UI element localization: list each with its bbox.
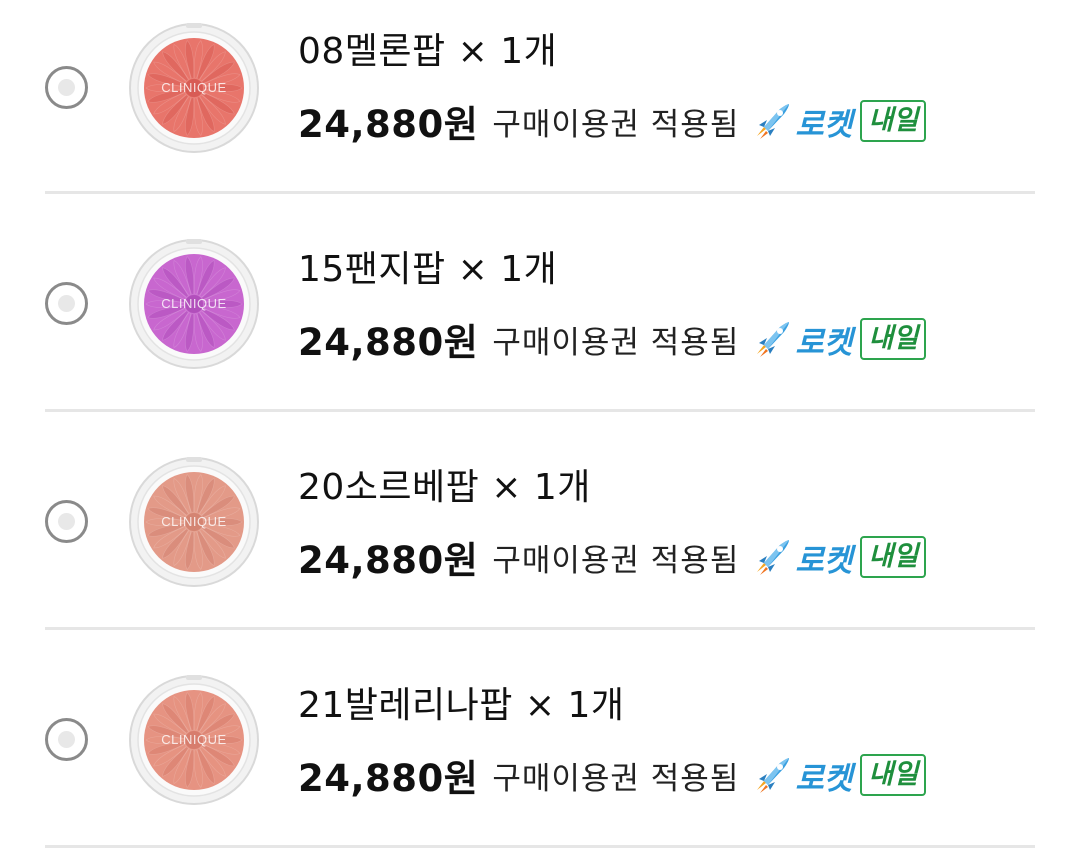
delivery-tomorrow-badge: 내일 (860, 318, 927, 360)
divider (45, 409, 1035, 412)
product-thumbnail: CLINIQUE (128, 674, 260, 806)
coupon-applied-text: 구매이용권 적용됨 (492, 542, 740, 579)
blush-compact-image: CLINIQUE (129, 23, 259, 153)
rocket-icon (757, 104, 790, 139)
product-thumbnail: CLINIQUE (128, 456, 260, 588)
svg-text:CLINIQUE: CLINIQUE (161, 732, 226, 747)
rocket-icon (757, 540, 790, 575)
coupon-applied-text: 구매이용권 적용됨 (492, 106, 740, 143)
product-thumbnail: CLINIQUE (128, 238, 260, 370)
rocket-label: 로켓 (795, 324, 853, 361)
delivery-tomorrow-badge: 내일 (860, 754, 927, 796)
rocket-icon (757, 322, 790, 357)
price-line: 24,880원 구매이용권 적용됨 로켓 내일 (298, 96, 927, 146)
radio-button[interactable] (45, 500, 88, 543)
option-row[interactable]: CLINIQUE 15팬지팝 × 1개 24,880원 구매이용권 적용됨 로켓… (0, 218, 1080, 408)
option-name: 21발레리나팝 × 1개 (298, 685, 625, 726)
option-row[interactable]: CLINIQUE 21발레리나팝 × 1개 24,880원 구매이용권 적용됨 … (0, 654, 1080, 844)
product-thumbnail: CLINIQUE (128, 22, 260, 154)
delivery-tomorrow-badge: 내일 (860, 536, 927, 578)
price-line: 24,880원 구매이용권 적용됨 로켓 내일 (298, 532, 927, 582)
blush-compact-image: CLINIQUE (129, 457, 259, 587)
price: 24,880원 (298, 103, 479, 146)
price-line: 24,880원 구매이용권 적용됨 로켓 내일 (298, 750, 927, 800)
option-name: 15팬지팝 × 1개 (298, 249, 558, 290)
radio-button[interactable] (45, 282, 88, 325)
rocket-label: 로켓 (795, 542, 853, 579)
blush-compact-image: CLINIQUE (129, 239, 259, 369)
option-name: 08멜론팝 × 1개 (298, 31, 558, 72)
coupon-applied-text: 구매이용권 적용됨 (492, 324, 740, 361)
price: 24,880원 (298, 321, 479, 364)
radio-button[interactable] (45, 66, 88, 109)
option-name: 20소르베팝 × 1개 (298, 467, 591, 508)
price: 24,880원 (298, 757, 479, 800)
divider (45, 191, 1035, 194)
svg-text:CLINIQUE: CLINIQUE (161, 296, 226, 311)
rocket-label: 로켓 (795, 106, 853, 143)
price-line: 24,880원 구매이용권 적용됨 로켓 내일 (298, 314, 927, 364)
option-row[interactable]: CLINIQUE 08멜론팝 × 1개 24,880원 구매이용권 적용됨 로켓… (0, 0, 1080, 190)
blush-compact-image: CLINIQUE (129, 675, 259, 805)
option-row[interactable]: CLINIQUE 20소르베팝 × 1개 24,880원 구매이용권 적용됨 로… (0, 436, 1080, 626)
svg-text:CLINIQUE: CLINIQUE (161, 514, 226, 529)
divider (45, 845, 1035, 848)
delivery-tomorrow-badge: 내일 (860, 100, 927, 142)
price: 24,880원 (298, 539, 479, 582)
svg-text:CLINIQUE: CLINIQUE (161, 80, 226, 95)
rocket-icon (757, 758, 790, 793)
coupon-applied-text: 구매이용권 적용됨 (492, 760, 740, 797)
rocket-label: 로켓 (795, 760, 853, 797)
divider (45, 627, 1035, 630)
radio-button[interactable] (45, 718, 88, 761)
